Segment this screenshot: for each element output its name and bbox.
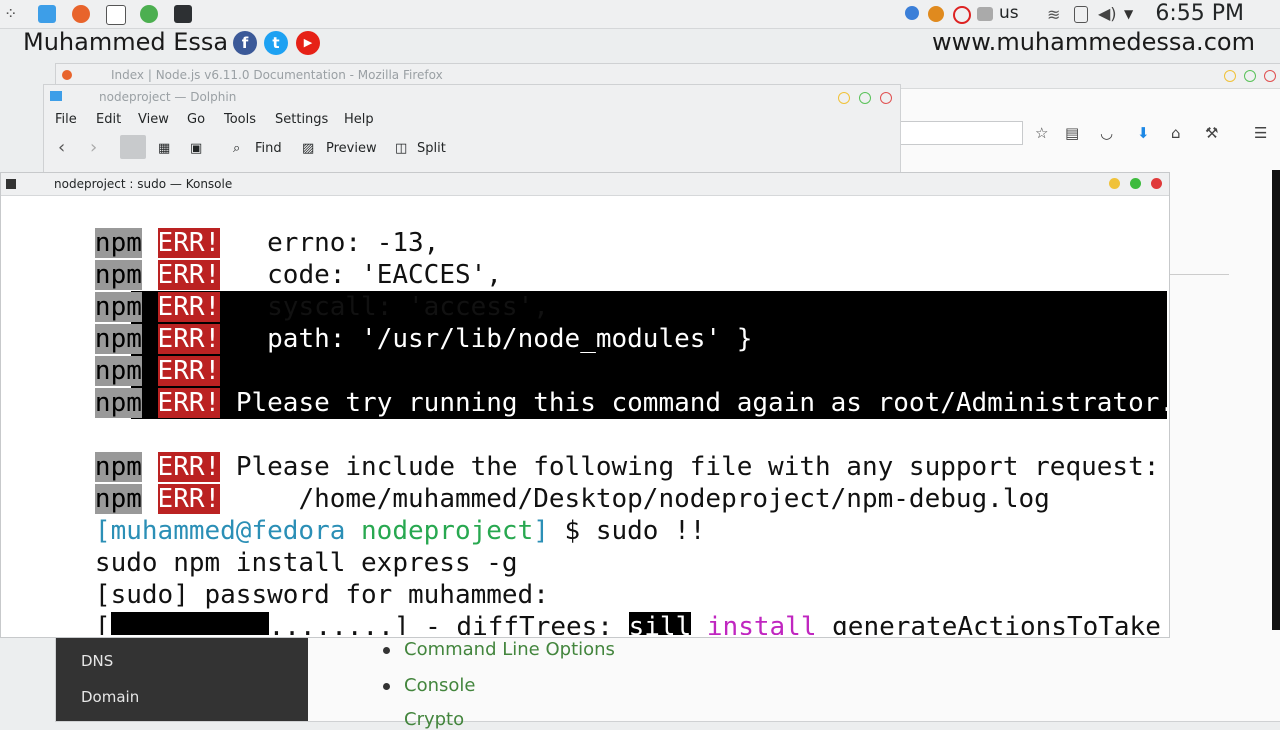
konsole-title: nodeproject : sudo — Konsole <box>54 177 233 191</box>
shell-prompt: [muhammed@fedora nodeproject] $ sudo !! <box>1 483 1167 546</box>
menu-edit[interactable]: Edit <box>96 112 121 127</box>
terminal-line: npm ERR! <box>1 323 1167 386</box>
preview-icon[interactable]: ▨ <box>302 141 314 156</box>
menu-tools[interactable]: Tools <box>224 112 256 127</box>
progress-close: ] - diffTrees: <box>393 612 613 635</box>
forward-icon[interactable]: › <box>90 137 97 158</box>
terminal-line: npm ERR! Please include the following fi… <box>1 419 1167 482</box>
konsole-window: nodeproject : sudo — Konsole npm ERR! er… <box>0 172 1170 638</box>
firefox-app-icon <box>62 70 72 80</box>
doc-link-command-line[interactable]: Command Line Options <box>404 639 615 660</box>
terminal-icon[interactable] <box>174 5 192 23</box>
dolphin-app-icon <box>50 91 62 101</box>
menu-go[interactable]: Go <box>187 112 205 127</box>
back-icon[interactable]: ‹ <box>58 137 65 158</box>
dolphin-window: nodeproject — Dolphin File Edit View Go … <box>43 84 901 176</box>
firefox-title: Index | Node.js v6.11.0 Documentation - … <box>111 68 443 82</box>
find-button[interactable]: Find <box>255 141 282 156</box>
dolphin-title: nodeproject — Dolphin <box>99 90 237 104</box>
pocket-icon[interactable]: ◡ <box>1100 124 1113 142</box>
maximize-button[interactable] <box>1244 70 1256 82</box>
facebook-icon: f <box>233 31 257 55</box>
watermark-site: www.muhammedessa.com <box>932 28 1255 56</box>
log-action: install <box>706 612 817 635</box>
close-button[interactable] <box>1151 178 1162 189</box>
terminal-line: npm ERR! errno: -13, <box>1 195 1167 258</box>
progress-remaining: ........ <box>268 612 394 635</box>
clipboard-icon[interactable] <box>1074 6 1088 23</box>
twitter-icon: t <box>264 31 288 55</box>
close-button[interactable] <box>1264 70 1276 82</box>
firefox-edge <box>1272 170 1280 630</box>
sync-icon[interactable] <box>905 6 919 20</box>
file-manager-icon[interactable] <box>38 5 56 23</box>
docs-sidebar: DNS Domain <box>56 636 308 721</box>
menu-view[interactable]: View <box>138 112 169 127</box>
volume-icon[interactable]: ◀) <box>1098 5 1117 23</box>
minimize-button[interactable] <box>1109 178 1120 189</box>
tray-icon[interactable] <box>928 6 944 22</box>
list-bullet <box>383 647 390 654</box>
compact-view-icon[interactable]: ▦ <box>158 141 170 156</box>
preview-button[interactable]: Preview <box>326 141 377 156</box>
extension-icon[interactable]: ⚒ <box>1205 124 1218 142</box>
menu-icon[interactable]: ☰ <box>1254 124 1267 142</box>
menu-settings[interactable]: Settings <box>275 112 328 127</box>
minimize-button[interactable] <box>1224 70 1236 82</box>
terminal-line: npm ERR! Please try running this command… <box>1 355 1167 418</box>
clock[interactable]: 6:55 PM <box>1155 0 1244 28</box>
split-button[interactable]: Split <box>417 141 446 156</box>
terminal-line: npm ERR! /home/muhammed/Desktop/nodeproj… <box>1 451 1167 514</box>
search-input[interactable] <box>899 121 1023 145</box>
record-icon[interactable] <box>953 6 971 24</box>
doc-link-console[interactable]: Console <box>404 675 475 696</box>
youtube-icon: ▶ <box>296 31 320 55</box>
sidebar-item-dns[interactable]: DNS <box>81 652 113 670</box>
terminal-line: npm ERR! path: '/usr/lib/node_modules' } <box>1 291 1167 354</box>
progress-bar-fill <box>110 611 269 635</box>
watermark-name: Muhammed Essa <box>23 28 229 56</box>
system-panel: ⁘ us ≋ ◀) ▼ 6:55 PM <box>0 0 1280 29</box>
log-detail: generateActionsToTake <box>832 612 1161 635</box>
terminal-line: npm ERR! syscall: 'access', <box>1 259 1167 322</box>
echo-command: sudo npm install express -g <box>1 515 1167 578</box>
find-icon[interactable]: ⌕ <box>233 141 240 156</box>
icons-view-icon[interactable] <box>120 135 146 159</box>
bookmark-star-icon[interactable]: ☆ <box>1035 124 1048 142</box>
list-bullet <box>383 683 390 690</box>
terminal-line: npm ERR! code: 'EACCES', <box>1 227 1167 290</box>
sudo-prompt: [sudo] password for muhammed: <box>1 547 1167 610</box>
minimize-button[interactable] <box>838 92 850 104</box>
menu-help[interactable]: Help <box>344 112 374 127</box>
maximize-button[interactable] <box>859 92 871 104</box>
progress-open: [ <box>94 612 111 635</box>
menu-file[interactable]: File <box>55 112 77 127</box>
konsole-titlebar[interactable]: nodeproject : sudo — Konsole <box>1 173 1169 196</box>
maximize-button[interactable] <box>1130 178 1141 189</box>
keyboard-layout[interactable]: us <box>999 3 1019 23</box>
npm-progress-line: [........] - diffTrees: sill install gen… <box>1 579 1167 635</box>
app-icon[interactable] <box>140 5 158 23</box>
download-icon[interactable]: ⬇ <box>1137 124 1150 142</box>
firefox-icon[interactable] <box>72 5 90 23</box>
reader-icon[interactable]: ▤ <box>1065 124 1079 142</box>
sidebar-item-domain[interactable]: Domain <box>81 688 139 706</box>
chevron-down-icon[interactable]: ▼ <box>1124 5 1142 23</box>
konsole-app-icon <box>6 179 16 189</box>
home-icon[interactable]: ⌂ <box>1171 124 1181 142</box>
log-level: sill <box>628 612 692 635</box>
launcher-icon[interactable]: ⁘ <box>4 5 22 23</box>
close-button[interactable] <box>880 92 892 104</box>
screen-recorder-icon[interactable] <box>106 5 126 25</box>
wifi-icon[interactable]: ≋ <box>1047 5 1065 24</box>
terminal-output[interactable]: npm ERR! errno: -13, npm ERR! code: 'EAC… <box>1 195 1167 635</box>
network-apps-icon[interactable] <box>977 7 993 21</box>
split-icon[interactable]: ◫ <box>395 141 407 156</box>
details-view-icon[interactable]: ▣ <box>190 141 202 156</box>
